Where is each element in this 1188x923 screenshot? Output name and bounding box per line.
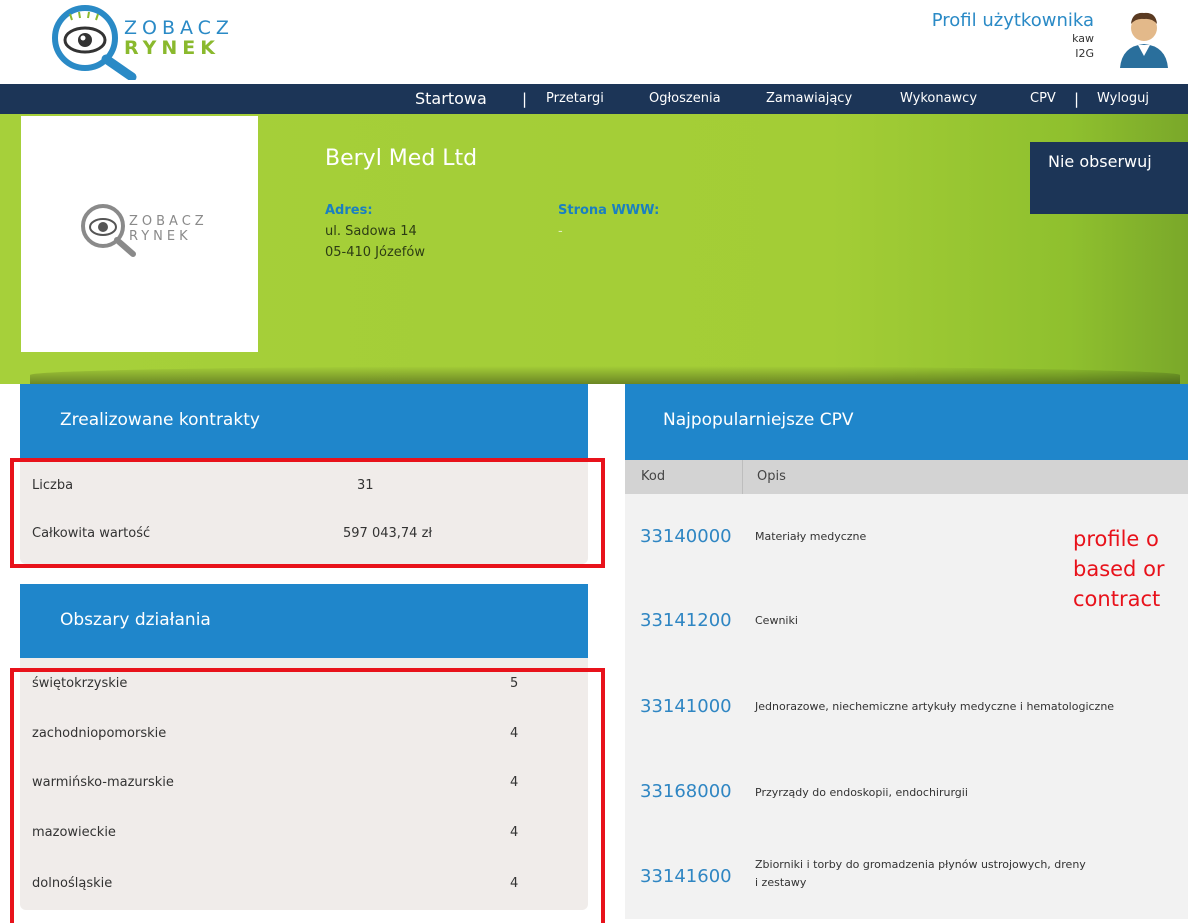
- banner-shadow: [30, 366, 1180, 384]
- cpv-description-cont: i zestawy: [755, 876, 807, 889]
- annotation-text: profile o based or contract: [1073, 524, 1165, 614]
- company-name: Beryl Med Ltd: [325, 146, 478, 171]
- regions-title: Obszary działania: [60, 610, 211, 630]
- cpv-panel-header: Najpopularniejsze CPV: [625, 384, 1188, 460]
- company-website: Strona WWW: -: [558, 200, 659, 242]
- cpv-title: Najpopularniejsze CPV: [663, 410, 854, 430]
- col-code-header[interactable]: Kod: [641, 460, 665, 494]
- nav-separator: |: [1074, 90, 1080, 108]
- contracts-panel-header: Zrealizowane kontrakty: [20, 384, 588, 460]
- nav-ogloszenia[interactable]: Ogłoszenia: [649, 84, 721, 114]
- regions-panel-header: Obszary działania: [20, 584, 588, 658]
- col-desc-header[interactable]: Opis: [757, 460, 786, 494]
- annotation-line1: profile o: [1073, 527, 1159, 551]
- company-banner: ZOBACZ RYNEK Beryl Med Ltd Adres: ul. Sa…: [0, 114, 1188, 384]
- logo-wordmark: ZOBACZ RYNEK: [124, 18, 234, 58]
- main-nav: Startowa | Przetargi Ogłoszenia Zamawiaj…: [0, 84, 1188, 114]
- cpv-description: Cewniki: [755, 614, 798, 627]
- cpv-description: Jednorazowe, niechemiczne artykuły medyc…: [755, 700, 1115, 713]
- cpv-code-link[interactable]: 33141200: [640, 610, 732, 631]
- user-profile[interactable]: Profil użytkownika kaw I2G: [932, 10, 1094, 61]
- profile-title[interactable]: Profil użytkownika: [932, 10, 1094, 31]
- logo-line2: RYNEK: [124, 37, 220, 59]
- column-divider: [742, 460, 743, 494]
- annotation-line3: contract: [1073, 587, 1161, 611]
- nav-cpv[interactable]: CPV: [1030, 84, 1056, 114]
- placeholder-logo-line1: ZOBACZ: [129, 214, 208, 229]
- nav-zamawiajacy[interactable]: Zamawiający: [766, 84, 852, 114]
- company-logo-placeholder: ZOBACZ RYNEK: [21, 116, 258, 352]
- nav-wyloguj[interactable]: Wyloguj: [1097, 84, 1149, 114]
- address-label: Adres:: [325, 203, 373, 218]
- contracts-title: Zrealizowane kontrakty: [60, 410, 260, 430]
- placeholder-logo-line2: RYNEK: [129, 229, 192, 244]
- nav-startowa[interactable]: Startowa: [415, 84, 487, 114]
- user-avatar-icon[interactable]: [1118, 8, 1170, 68]
- nav-przetargi[interactable]: Przetargi: [546, 84, 604, 114]
- cpv-description: Zbiorniki i torby do gromadzenia płynów …: [755, 858, 1086, 871]
- cpv-description: Przyrządy do endoskopii, endochirurgii: [755, 786, 968, 799]
- site-logo[interactable]: ZOBACZ RYNEK: [44, 4, 244, 80]
- cpv-table-header: Kod Opis: [625, 460, 1188, 494]
- cpv-description: Materiały medyczne: [755, 530, 867, 543]
- www-label: Strona WWW:: [558, 203, 660, 218]
- logo-line1: ZOBACZ: [124, 17, 234, 39]
- cpv-code-link[interactable]: 33141600: [640, 866, 732, 887]
- profile-org: I2G: [1075, 47, 1094, 60]
- cpv-code-link[interactable]: 33168000: [640, 781, 732, 802]
- www-value: -: [558, 224, 563, 239]
- cpv-code-link[interactable]: 33140000: [640, 526, 732, 547]
- highlight-box-contracts: [10, 458, 605, 568]
- address-line2: 05-410 Józefów: [325, 245, 425, 260]
- unfollow-button[interactable]: Nie obserwuj: [1030, 142, 1188, 214]
- highlight-box-regions: [10, 668, 605, 923]
- page-header: ZOBACZ RYNEK Profil użytkownika kaw I2G: [0, 0, 1188, 84]
- nav-separator: |: [522, 90, 528, 108]
- address-line1: ul. Sadowa 14: [325, 224, 417, 239]
- company-address: Adres: ul. Sadowa 14 05-410 Józefów: [325, 200, 425, 263]
- annotation-line2: based or: [1073, 557, 1165, 581]
- nav-wykonawcy[interactable]: Wykonawcy: [900, 84, 977, 114]
- profile-user: kaw: [1072, 32, 1094, 45]
- cpv-code-link[interactable]: 33141000: [640, 696, 732, 717]
